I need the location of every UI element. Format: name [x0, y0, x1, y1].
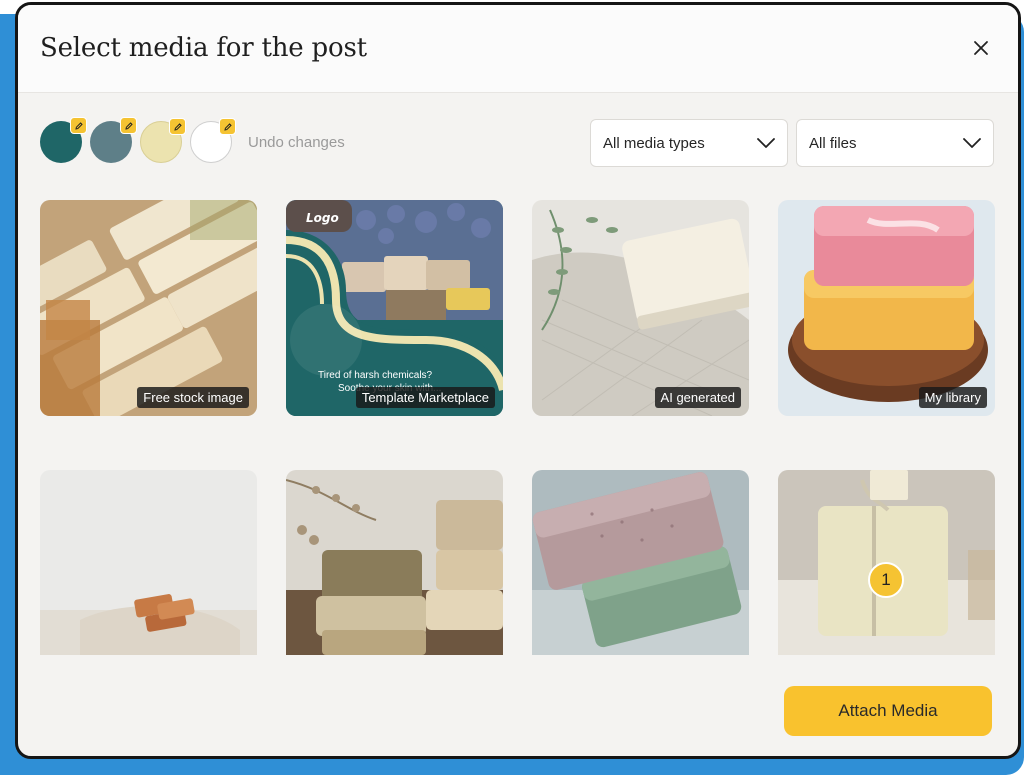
media-tile-library[interactable]: My library	[778, 200, 995, 416]
media-tile-8-selected[interactable]: 1	[778, 470, 995, 655]
chevron-down-icon	[963, 138, 981, 148]
soap-on-cloth-image	[532, 200, 749, 416]
dialog-title: Select media for the post	[40, 33, 367, 63]
template-heading-text: Tired of harsh chemicals?	[318, 370, 433, 381]
pencil-icon[interactable]	[120, 117, 137, 134]
close-button[interactable]	[966, 33, 996, 63]
files-select[interactable]: All files	[796, 119, 994, 167]
stacked-soap-image	[778, 200, 995, 416]
swatch-teal[interactable]	[40, 117, 87, 163]
template-image: Logo Tired of harsh chemicals? Soothe yo…	[286, 200, 503, 416]
soap-bars-image	[40, 200, 257, 416]
source-badge: My library	[918, 387, 987, 408]
template-logo-text: Logo	[306, 211, 339, 225]
source-badge: Template Marketplace	[355, 387, 495, 408]
pencil-icon[interactable]	[70, 117, 87, 134]
media-tile-5[interactable]	[40, 470, 257, 655]
media-tile-template[interactable]: Logo Tired of harsh chemicals? Soothe yo…	[286, 200, 503, 416]
swatch-white[interactable]	[190, 118, 236, 163]
attach-media-button[interactable]: Attach Media	[784, 686, 992, 736]
media-tile-stock[interactable]: Free stock image	[40, 200, 257, 416]
lavender-soap-image	[532, 470, 749, 655]
rustic-soap-image	[286, 470, 503, 655]
source-badge: Free stock image	[137, 387, 249, 408]
pencil-icon[interactable]	[169, 118, 186, 135]
media-select-dialog: Select media for the post Undo changes A…	[15, 2, 1021, 759]
color-palette: Undo changes	[40, 117, 345, 165]
close-icon	[974, 41, 988, 55]
small-soap-image	[40, 470, 257, 655]
media-tile-7[interactable]	[532, 470, 749, 655]
undo-changes-link[interactable]: Undo changes	[248, 134, 345, 151]
media-type-value: All media types	[603, 134, 705, 152]
source-badge: AI generated	[654, 387, 741, 408]
media-tile-6[interactable]	[286, 470, 503, 655]
dialog-header: Select media for the post	[18, 5, 1018, 93]
chevron-down-icon	[757, 138, 775, 148]
swatch-cream[interactable]	[140, 118, 186, 163]
pencil-icon[interactable]	[219, 118, 236, 135]
files-value: All files	[809, 134, 857, 152]
media-tile-ai[interactable]: AI generated	[532, 200, 749, 416]
swatch-slate[interactable]	[90, 117, 137, 163]
media-type-select[interactable]: All media types	[590, 119, 788, 167]
selection-order-badge: 1	[868, 562, 904, 598]
